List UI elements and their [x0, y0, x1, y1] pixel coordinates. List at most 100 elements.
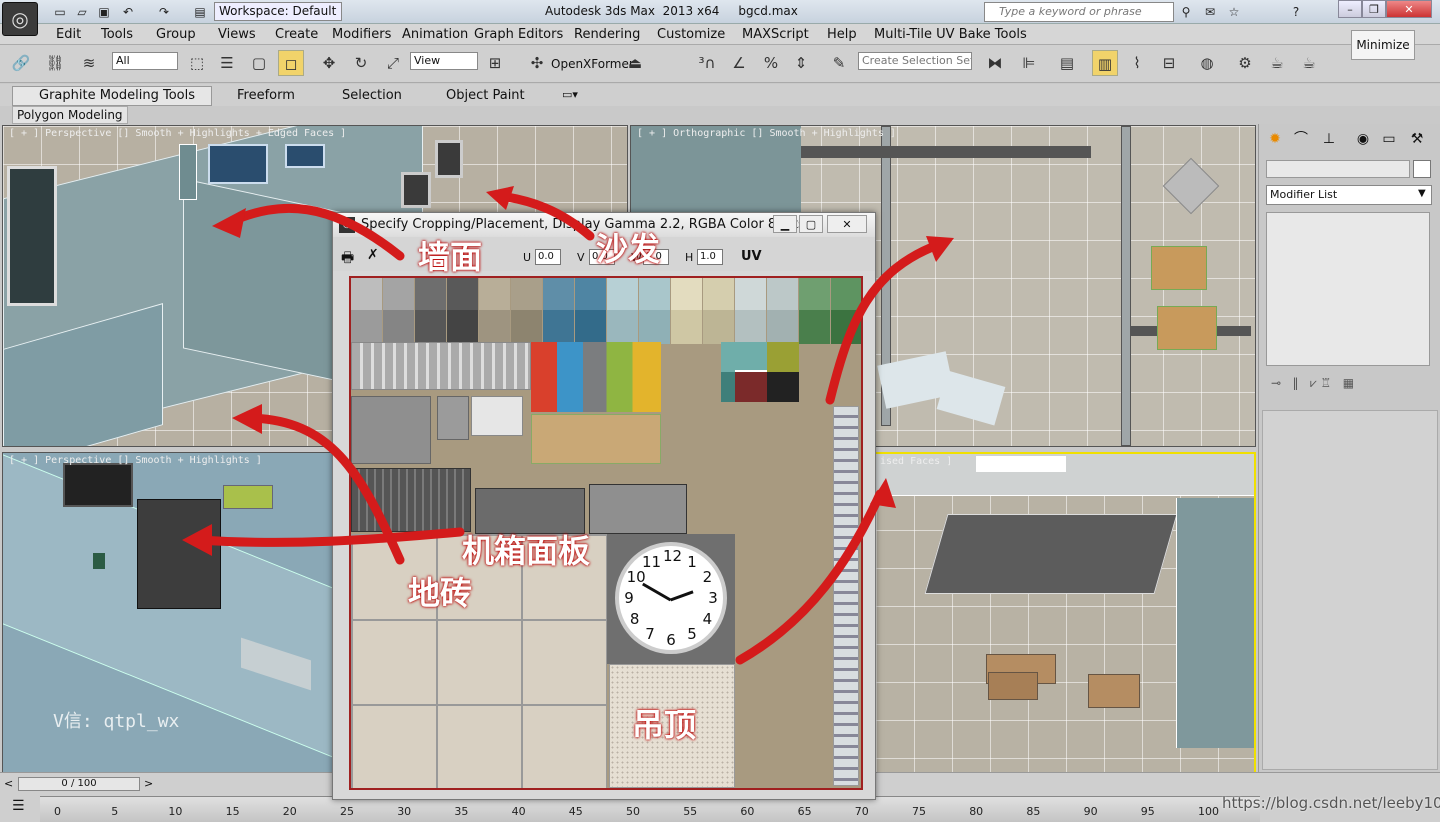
texture-preview[interactable]: 12 1 2 3 4 5 6 7 8 9 10 11 [349, 276, 863, 790]
communication-icon[interactable]: ✉ [1202, 4, 1218, 20]
schematic-view-icon[interactable]: ⊟ [1156, 50, 1182, 76]
curve-editor-icon[interactable]: ⌇ [1124, 50, 1150, 76]
viewport-label[interactable]: [ + ] Perspective [] Smooth + Highlights… [9, 128, 346, 139]
pivot-center-icon[interactable]: ⊞ [482, 50, 508, 76]
minimize-button[interactable]: Minimize [1351, 30, 1415, 60]
select-object-icon[interactable]: ⬚ [184, 50, 210, 76]
uv-toggle[interactable]: UV [741, 249, 762, 264]
utilities-tab-icon[interactable]: ⚒ [1405, 128, 1429, 150]
window-close-button[interactable]: ✕ [1386, 0, 1432, 18]
render-setup-icon[interactable]: ⚙ [1232, 50, 1258, 76]
window-minimize-button[interactable]: – [1338, 0, 1362, 18]
material-editor-icon[interactable]: ◍ [1194, 50, 1220, 76]
rendered-frame-icon[interactable]: ☕ [1264, 50, 1290, 76]
redo-icon[interactable]: ↷ [156, 4, 172, 20]
link-icon[interactable]: 🔗 [8, 50, 34, 76]
viewport-label[interactable]: [ + ] Perspective [] Smooth + Highlights… [9, 455, 262, 466]
graphite-toggle-icon[interactable]: ▥ [1092, 50, 1118, 76]
dialog-minimize-button[interactable]: ▁ [773, 215, 797, 233]
menu-group[interactable]: Group [156, 27, 196, 42]
stack-tools-icon[interactable]: ⊸ ‖ ⩗ ♖ ▦ [1271, 376, 1354, 391]
print-icon[interactable]: 🖶 [341, 247, 354, 271]
mirror-icon[interactable]: ⧓ [982, 50, 1008, 76]
help-icon[interactable]: ? [1288, 4, 1304, 20]
render-production-icon[interactable]: ☕ [1296, 50, 1322, 76]
viewport-label[interactable]: [ + ] Orthographic [] Smooth + Highlight… [637, 128, 896, 139]
project-folder-icon[interactable]: ▤ [192, 4, 208, 20]
move-icon[interactable]: ✥ [316, 50, 342, 76]
menu-graph-editors[interactable]: Graph Editors [474, 27, 563, 42]
viewport-bottom-right[interactable]: ised Faces ] [874, 452, 1256, 774]
reference-coord-dropdown[interactable]: View [410, 52, 478, 70]
rotate-icon[interactable]: ↻ [348, 50, 374, 76]
dialog-maximize-button[interactable]: ▢ [799, 215, 823, 233]
create-tab-icon[interactable]: ✹ [1263, 128, 1287, 150]
selection-filter-dropdown[interactable]: All [112, 52, 178, 70]
title-bar: ▭ ▱ ▣ ↶ ↷ ▤ Workspace: Default Autodesk … [0, 0, 1440, 24]
viewport-label[interactable]: ised Faces ] [880, 456, 952, 467]
ribbon-options-icon[interactable]: ▭▾ [562, 88, 578, 101]
percent-snap-icon[interactable]: % [758, 50, 784, 76]
annotation-floor-tile: 地砖 [408, 574, 473, 612]
edit-named-selection-icon[interactable]: ✎ [826, 50, 852, 76]
ribbon-tab-selection[interactable]: Selection [342, 88, 402, 103]
spinner-snap-icon[interactable]: ⇕ [788, 50, 814, 76]
modifier-list-dropdown[interactable]: Modifier List [1266, 185, 1432, 205]
menu-views[interactable]: Views [218, 27, 256, 42]
select-manipulate-icon[interactable]: ✣ [524, 50, 550, 76]
save-icon[interactable]: ▣ [96, 4, 112, 20]
menu-create[interactable]: Create [275, 27, 318, 42]
u-input[interactable]: 0.0 [535, 249, 561, 265]
clear-icon[interactable]: ✗ [367, 247, 379, 263]
menu-maxscript[interactable]: MAXScript [742, 27, 809, 42]
binoculars-icon[interactable]: ⚲ [1178, 4, 1194, 20]
open-file-icon[interactable]: ▱ [74, 4, 90, 20]
object-name-field[interactable] [1266, 160, 1410, 178]
bind-spacewarp-icon[interactable]: ≋ [76, 50, 102, 76]
window-restore-button[interactable]: ❐ [1362, 0, 1386, 18]
modifier-stack[interactable] [1266, 212, 1430, 366]
menu-tools[interactable]: Tools [101, 27, 133, 42]
search-input[interactable]: Type a keyword or phrase [984, 2, 1174, 22]
next-frame-icon[interactable]: > [144, 777, 153, 790]
menu-customize[interactable]: Customize [657, 27, 725, 42]
ribbon-tab-polygon-modeling[interactable]: Polygon Modeling [12, 106, 128, 124]
display-tab-icon[interactable]: ▭ [1377, 128, 1401, 150]
prev-frame-icon[interactable]: < [4, 777, 13, 790]
motion-tab-icon[interactable]: ◉ [1351, 128, 1375, 150]
menu-rendering[interactable]: Rendering [574, 27, 640, 42]
favorites-star-icon[interactable]: ☆ [1226, 4, 1242, 20]
object-color-swatch[interactable] [1413, 160, 1431, 178]
menu-edit[interactable]: Edit [56, 27, 81, 42]
mini-curve-icon[interactable]: ☰ [12, 798, 25, 814]
keyboard-shortcut-icon[interactable]: ⏏ [622, 50, 648, 76]
snaps-toggle-icon[interactable]: ³∩ [694, 50, 720, 76]
menu-animation[interactable]: Animation [402, 27, 468, 42]
time-slider[interactable]: 0 / 100 [18, 777, 140, 791]
layer-manager-icon[interactable]: ▤ [1054, 50, 1080, 76]
workspace-dropdown[interactable]: Workspace: Default [214, 2, 342, 21]
menu-multitile-uv[interactable]: Multi-Tile UV Bake Tools [874, 27, 1027, 42]
undo-icon[interactable]: ↶ [120, 4, 136, 20]
viewport-bottom-left[interactable]: [ + ] Perspective [] Smooth + Highlights… [2, 452, 338, 774]
ribbon-tab-freeform[interactable]: Freeform [237, 88, 295, 103]
app-logo-icon[interactable]: ◎ [2, 2, 38, 36]
modify-tab-icon[interactable]: ⌒ [1289, 128, 1313, 150]
named-selection-dropdown[interactable]: Create Selection Set [858, 52, 972, 70]
angle-snap-icon[interactable]: ∠ [726, 50, 752, 76]
menu-modifiers[interactable]: Modifiers [332, 27, 391, 42]
chevron-down-icon[interactable]: ▼ [1418, 188, 1426, 199]
window-crossing-icon[interactable]: ◻ [278, 50, 304, 76]
select-by-name-icon[interactable]: ☰ [214, 50, 240, 76]
scale-icon[interactable]: ⤢ [380, 50, 406, 76]
align-icon[interactable]: ⊫ [1016, 50, 1042, 76]
ribbon-tab-graphite[interactable]: Graphite Modeling Tools [12, 86, 212, 106]
unlink-icon[interactable]: ⛓ [42, 50, 68, 76]
h-input[interactable]: 1.0 [697, 249, 723, 265]
hierarchy-tab-icon[interactable]: ⊥ [1317, 128, 1341, 150]
dialog-close-button[interactable]: ✕ [827, 215, 867, 233]
ribbon-tab-object-paint[interactable]: Object Paint [446, 88, 525, 103]
rect-selection-icon[interactable]: ▢ [246, 50, 272, 76]
new-file-icon[interactable]: ▭ [52, 4, 68, 20]
menu-help[interactable]: Help [827, 27, 857, 42]
